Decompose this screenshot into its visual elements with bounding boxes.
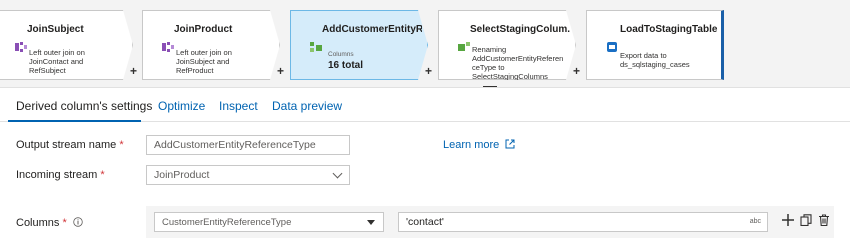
add-transform-button[interactable]: + bbox=[425, 64, 432, 78]
add-transform-button[interactable]: + bbox=[573, 64, 580, 78]
tab-data-preview[interactable]: Data preview bbox=[272, 99, 342, 113]
flow-node-load-to-staging-table[interactable]: LoadToStagingTable Export data to ds_sql… bbox=[586, 10, 731, 80]
node-title: JoinSubject bbox=[27, 24, 84, 35]
derived-column-icon bbox=[310, 40, 322, 52]
tab-inspect[interactable]: Inspect bbox=[219, 99, 258, 113]
type-badge: abc bbox=[749, 218, 761, 225]
sink-icon bbox=[606, 40, 618, 52]
incoming-stream-select[interactable]: JoinProduct bbox=[146, 165, 350, 185]
clone-column-icon[interactable] bbox=[800, 214, 812, 226]
join-icon bbox=[15, 40, 27, 52]
join-icon bbox=[162, 40, 174, 52]
node-handle bbox=[586, 10, 598, 80]
node-card[interactable]: SelectStagingColum... Renaming AddCustom… bbox=[450, 10, 576, 80]
required-marker: * bbox=[100, 169, 105, 181]
columns-row: CustomerEntityReferenceType 'contact' ab… bbox=[146, 206, 834, 238]
node-title: JoinProduct bbox=[174, 24, 233, 35]
flow-node-join-subject[interactable]: JoinSubject Left outer join on JoinConta… bbox=[0, 10, 140, 80]
column-name-select[interactable]: CustomerEntityReferenceType bbox=[154, 212, 384, 232]
chevron-down-icon bbox=[332, 168, 343, 179]
settings-tab-bar: Derived column's settings Optimize Inspe… bbox=[0, 92, 850, 122]
required-marker: * bbox=[119, 139, 124, 151]
node-title: LoadToStagingTable bbox=[620, 24, 718, 35]
learn-more-link[interactable]: Learn more bbox=[443, 139, 515, 151]
node-description: Left outer join on JoinSubject and RefPr… bbox=[176, 48, 232, 75]
flow-node-select-staging-columns[interactable]: SelectStagingColum... Renaming AddCustom… bbox=[438, 10, 583, 80]
node-card[interactable]: LoadToStagingTable Export data to ds_sql… bbox=[598, 10, 724, 80]
incoming-stream-label: Incoming stream * bbox=[16, 169, 105, 181]
node-handle bbox=[0, 10, 7, 80]
node-description: Export data to ds_sqlstaging_cases bbox=[620, 51, 690, 69]
column-expression-input[interactable]: 'contact' abc bbox=[398, 212, 768, 232]
add-transform-button[interactable]: + bbox=[130, 64, 137, 78]
node-handle bbox=[290, 10, 302, 80]
select-icon bbox=[458, 40, 470, 52]
columns-field-label: Columns * bbox=[16, 217, 83, 229]
caret-down-icon bbox=[367, 220, 375, 225]
incoming-stream-value: JoinProduct bbox=[154, 169, 210, 181]
active-tab-indicator bbox=[8, 120, 141, 122]
node-title: AddCustomerEntityR... bbox=[322, 24, 422, 35]
output-stream-name-input[interactable]: AddCustomerEntityReferenceType bbox=[146, 135, 350, 155]
node-card-selected[interactable]: AddCustomerEntityR... Columns 16 total bbox=[302, 10, 428, 80]
data-flow-canvas: JoinSubject Left outer join on JoinConta… bbox=[0, 0, 850, 88]
flow-node-join-product[interactable]: JoinProduct Left outer join on JoinSubje… bbox=[142, 10, 287, 80]
flow-node-add-customer-entity[interactable]: AddCustomerEntityR... Columns 16 total + bbox=[290, 10, 435, 80]
external-link-icon bbox=[505, 139, 515, 149]
column-name-value: CustomerEntityReferenceType bbox=[162, 217, 292, 228]
add-transform-button[interactable]: + bbox=[277, 64, 284, 78]
node-card[interactable]: JoinSubject Left outer join on JoinConta… bbox=[7, 10, 133, 80]
node-description: Renaming AddCustomerEntityReferen ceType… bbox=[472, 45, 564, 81]
node-handle bbox=[438, 10, 450, 80]
node-description: Left outer join on JoinContact and RefSu… bbox=[29, 48, 85, 75]
add-column-icon[interactable] bbox=[782, 214, 794, 226]
canvas-scroll-handle[interactable] bbox=[483, 86, 497, 87]
columns-count: 16 total bbox=[328, 60, 364, 71]
tab-derived-column-settings[interactable]: Derived column's settings bbox=[16, 99, 152, 113]
output-stream-label: Output stream name * bbox=[16, 139, 124, 151]
node-handle bbox=[142, 10, 154, 80]
required-marker: * bbox=[62, 217, 67, 229]
info-icon[interactable] bbox=[73, 217, 83, 227]
node-title: SelectStagingColum... bbox=[470, 24, 570, 35]
delete-column-icon[interactable] bbox=[818, 214, 830, 226]
expression-value: 'contact' bbox=[406, 216, 444, 228]
tab-optimize[interactable]: Optimize bbox=[158, 99, 205, 113]
columns-label: Columns bbox=[328, 51, 354, 58]
node-card[interactable]: JoinProduct Left outer join on JoinSubje… bbox=[154, 10, 280, 80]
